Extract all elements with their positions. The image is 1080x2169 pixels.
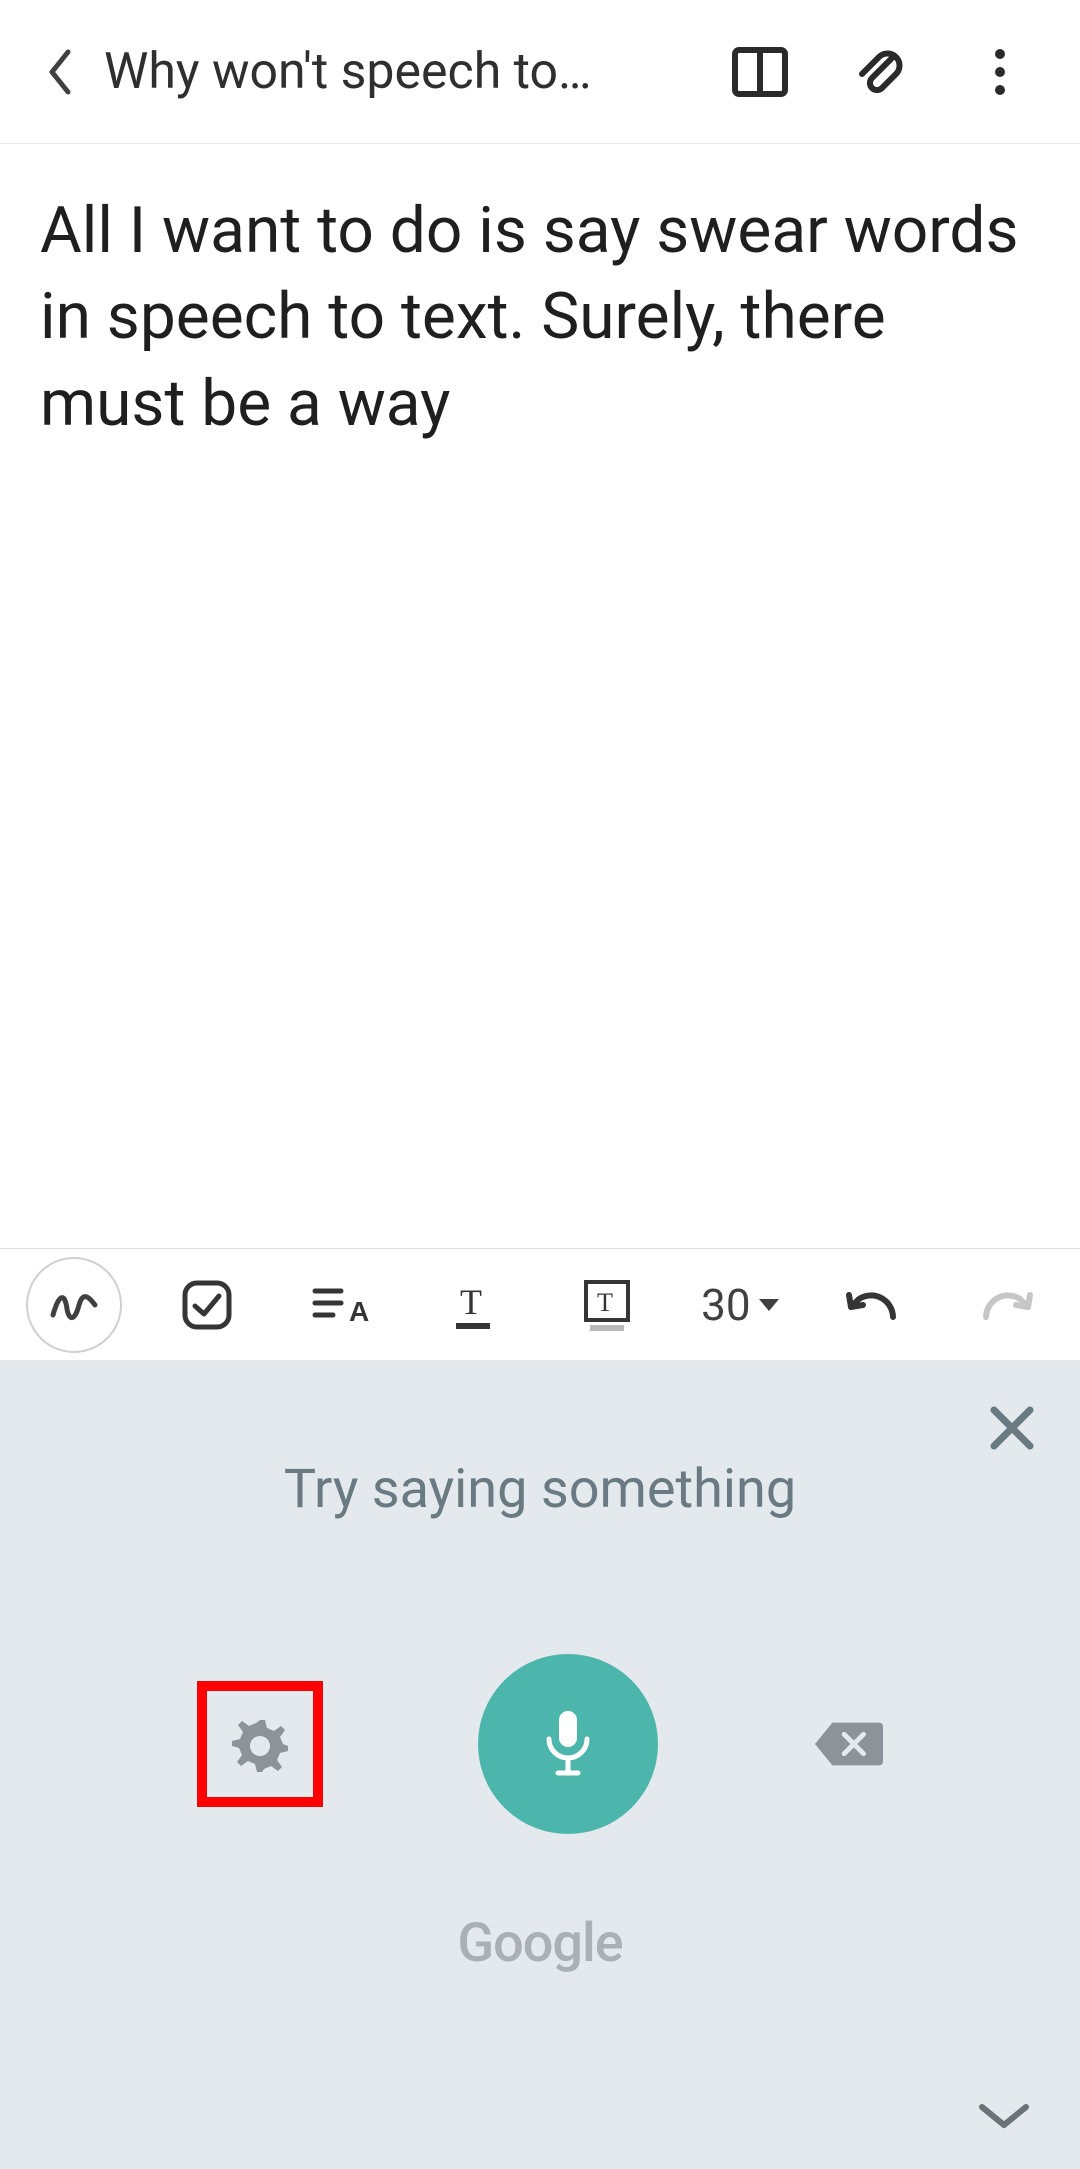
voice-brand: Google [0, 1912, 1080, 1975]
checkbox-icon [181, 1279, 233, 1331]
microphone-icon [541, 1707, 595, 1781]
chevron-down-icon [976, 2099, 1032, 2131]
voice-settings-button[interactable] [197, 1681, 323, 1807]
backspace-icon [813, 1718, 883, 1770]
voice-prompt: Try saying something [0, 1458, 1080, 1521]
attach-button[interactable] [820, 44, 940, 100]
gear-icon [232, 1716, 288, 1772]
app-topbar: Why won't speech to… [0, 0, 1080, 144]
draw-circle [26, 1257, 122, 1353]
more-vertical-icon [994, 48, 1006, 96]
book-open-icon [732, 47, 788, 97]
redo-icon [978, 1285, 1034, 1325]
text-style-button[interactable]: A [277, 1249, 404, 1360]
text-style-icon: A [311, 1283, 369, 1327]
collapse-keyboard-button[interactable] [976, 2099, 1032, 2131]
font-size-value: 30 [701, 1279, 750, 1331]
back-button[interactable] [20, 48, 100, 96]
backspace-button[interactable] [813, 1719, 883, 1769]
page-title: Why won't speech to… [100, 43, 700, 101]
voice-controls-row [0, 1644, 1080, 1844]
draw-button[interactable] [10, 1249, 137, 1360]
paperclip-icon [852, 44, 908, 100]
chevron-left-icon [46, 48, 74, 96]
format-toolbar: A T T 30 [0, 1248, 1080, 1360]
undo-button[interactable] [810, 1249, 937, 1360]
microphone-button[interactable] [478, 1654, 658, 1834]
note-body[interactable]: All I want to do is say swear words in s… [0, 144, 1080, 447]
text-background-icon: T [582, 1278, 632, 1332]
text-color-button[interactable]: T [410, 1249, 537, 1360]
caret-down-icon [759, 1299, 779, 1311]
reader-mode-button[interactable] [700, 47, 820, 97]
text-color-icon: T [450, 1280, 496, 1330]
undo-icon [845, 1285, 901, 1325]
more-options-button[interactable] [940, 48, 1060, 96]
close-voice-button[interactable] [988, 1404, 1036, 1452]
handwriting-icon [49, 1287, 99, 1323]
checklist-button[interactable] [143, 1249, 270, 1360]
background-color-button[interactable]: T [543, 1249, 670, 1360]
svg-text:T: T [597, 1288, 613, 1317]
voice-input-panel: Try saying something Google [0, 1360, 1080, 2169]
svg-text:A: A [349, 1296, 369, 1327]
redo-button[interactable] [943, 1249, 1070, 1360]
svg-text:T: T [460, 1282, 482, 1322]
font-size-button[interactable]: 30 [676, 1249, 803, 1360]
close-icon [988, 1404, 1036, 1452]
note-text: All I want to do is say swear words in s… [40, 188, 1040, 447]
